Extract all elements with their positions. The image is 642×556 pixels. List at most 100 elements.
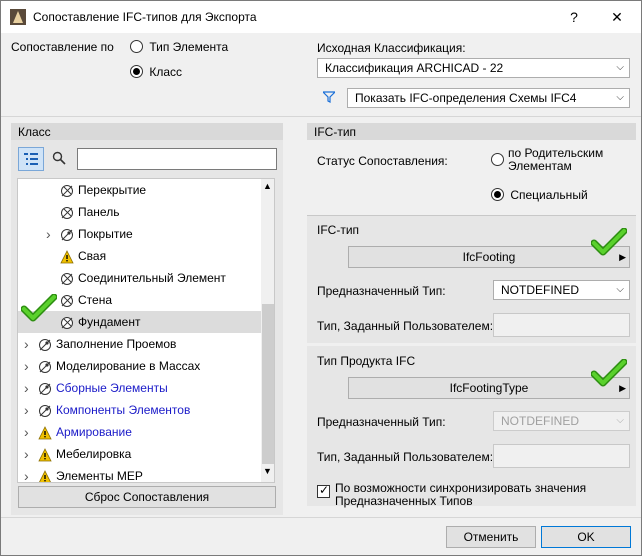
expand-chevron-icon[interactable]: › xyxy=(24,443,29,465)
cancel-button[interactable]: Отменить xyxy=(446,526,536,548)
ifc-type-check-icon xyxy=(590,227,628,261)
chevron-down-icon: ⌵ xyxy=(616,62,624,73)
tree-view-toggle-button[interactable] xyxy=(18,147,44,171)
scroll-up-icon[interactable]: ▲ xyxy=(263,181,272,191)
classification-select-value: Классификация ARCHICAD - 22 xyxy=(325,61,504,75)
tree-item[interactable]: Перекрытие xyxy=(18,179,261,201)
close-button[interactable]: ✕ xyxy=(607,7,627,27)
divider xyxy=(1,116,641,117)
tree-item[interactable]: Свая xyxy=(18,245,261,267)
chevron-down-icon: ⌵ xyxy=(616,92,624,103)
class-panel-header: Класс xyxy=(11,123,283,140)
tree-item-label: Элементы MEP xyxy=(56,469,143,483)
chevron-down-icon: ⌵ xyxy=(616,284,624,295)
class-custom-icon xyxy=(38,403,52,417)
tree-item[interactable]: › Моделирование в Массах xyxy=(18,355,261,377)
product-user-defined-type-label: Тип, Заданный Пользователем: xyxy=(317,450,494,464)
classification-select[interactable]: Классификация ARCHICAD - 22 ⌵ xyxy=(317,58,630,78)
tree-item[interactable]: Соединительный Элемент xyxy=(18,267,261,289)
radio-element-type-dot[interactable] xyxy=(130,40,143,54)
expand-chevron-icon[interactable]: › xyxy=(46,223,51,245)
archicad-app-icon xyxy=(10,9,26,25)
class-custom-icon xyxy=(38,337,52,351)
tree-item-label: Фундамент xyxy=(78,315,141,329)
tree-item[interactable]: › Мебелировка xyxy=(18,443,261,465)
help-button[interactable]: ? xyxy=(564,7,584,27)
scroll-down-icon[interactable]: ▼ xyxy=(263,466,272,476)
title-bar: Сопоставление IFC-типов для Экспорта ? ✕ xyxy=(1,1,641,33)
tree-item-label: Сборные Элементы xyxy=(56,381,168,395)
class-tree[interactable]: Перекрытие Панель › Покрытие Свая Соединитель… xyxy=(17,178,275,483)
ok-button[interactable]: OK xyxy=(541,526,631,548)
tree-item-label: Перекрытие xyxy=(78,183,147,197)
ifc-type-button[interactable]: IfcFooting ▶ xyxy=(348,246,630,268)
radio-status-special-dot[interactable] xyxy=(491,188,504,202)
filter-icon[interactable] xyxy=(321,91,337,106)
class-custom-icon xyxy=(38,381,52,395)
radio-element-type-label: Тип Элемента xyxy=(149,39,229,54)
tree-item[interactable]: › Сборные Элементы xyxy=(18,377,261,399)
window-title: Сопоставление IFC-типов для Экспорта xyxy=(33,10,257,24)
product-predefined-type-value: NOTDEFINED xyxy=(501,414,579,428)
user-defined-type-label: Тип, Заданный Пользователем: xyxy=(317,319,494,333)
ifc-schema-filter-select[interactable]: Показать IFC-определения Схемы IFC4 ⌵ xyxy=(347,88,630,108)
tree-item-label: Моделирование в Массах xyxy=(56,359,201,373)
tree-item[interactable]: › Армирование xyxy=(18,421,261,443)
class-icon xyxy=(60,271,74,285)
ifc-type-value: IfcFooting xyxy=(462,250,516,264)
product-predefined-type-label: Предназначенный Тип: xyxy=(317,415,446,429)
expand-chevron-icon[interactable]: › xyxy=(24,377,29,399)
tree-list-icon xyxy=(24,153,38,165)
tree-item-label: Свая xyxy=(78,249,107,263)
sync-predefined-types-label: По возможности синхронизировать значения… xyxy=(335,481,587,508)
class-icon xyxy=(60,205,74,219)
expand-chevron-icon[interactable]: › xyxy=(24,465,29,482)
tree-item-label: Заполнение Проемов xyxy=(56,337,177,351)
tree-scrollbar[interactable]: ▲ ▼ xyxy=(261,179,274,482)
expand-chevron-icon[interactable]: › xyxy=(24,355,29,377)
reset-mapping-button[interactable]: Сброс Сопоставления xyxy=(18,486,276,508)
class-icon xyxy=(60,293,74,307)
radio-status-special-label: Специальный xyxy=(510,187,588,202)
tree-item[interactable]: › Покрытие xyxy=(18,223,261,245)
divider xyxy=(1,517,641,518)
search-icon[interactable] xyxy=(52,151,66,168)
radio-element-type[interactable]: Тип Элемента xyxy=(130,39,228,54)
scrollbar-thumb[interactable] xyxy=(262,304,274,464)
class-custom-icon xyxy=(60,227,74,241)
class-icon xyxy=(60,183,74,197)
tree-item-label: Армирование xyxy=(56,425,132,439)
tree-item[interactable]: Панель xyxy=(18,201,261,223)
product-type-section-title: Тип Продукта IFC xyxy=(317,354,416,368)
mapping-status-label: Статус Сопоставления: xyxy=(317,154,448,168)
ifc-schema-filter-value: Показать IFC-определения Схемы IFC4 xyxy=(355,91,577,105)
tree-item-label: Покрытие xyxy=(78,227,133,241)
product-user-defined-type-input[interactable] xyxy=(493,444,630,468)
expand-chevron-icon[interactable]: › xyxy=(24,333,29,355)
product-predefined-type-select[interactable]: NOTDEFINED ⌵ xyxy=(493,411,630,431)
tree-item[interactable]: › Заполнение Проемов xyxy=(18,333,261,355)
predefined-type-select[interactable]: NOTDEFINED ⌵ xyxy=(493,280,630,300)
user-defined-type-input[interactable] xyxy=(493,313,630,337)
tree-item[interactable]: › Элементы MEP xyxy=(18,465,261,483)
radio-status-parent-dot[interactable] xyxy=(491,153,504,166)
tree-item[interactable]: › Компоненты Элементов xyxy=(18,399,261,421)
radio-status-special[interactable]: Специальный xyxy=(491,187,588,202)
sync-predefined-types-checkbox[interactable] xyxy=(317,483,330,498)
class-warning-icon xyxy=(38,447,52,462)
tree-item-label: Стена xyxy=(78,293,113,307)
tree-item-label: Мебелировка xyxy=(56,447,132,461)
expand-chevron-icon[interactable]: › xyxy=(24,421,29,443)
radio-class[interactable]: Класс xyxy=(130,64,182,79)
expand-chevron-icon[interactable]: › xyxy=(24,399,29,421)
confirmation-check-icon xyxy=(20,293,58,327)
chevron-down-icon: ⌵ xyxy=(616,415,624,426)
class-warning-icon xyxy=(38,425,52,440)
mapping-label: Сопоставление по xyxy=(11,40,114,54)
radio-class-label: Класс xyxy=(149,64,183,79)
class-search-input[interactable] xyxy=(77,148,277,170)
radio-class-dot[interactable] xyxy=(130,65,143,79)
section-divider xyxy=(307,215,636,216)
ifc-product-type-button[interactable]: IfcFootingType ▶ xyxy=(348,377,630,399)
class-icon xyxy=(60,315,74,329)
